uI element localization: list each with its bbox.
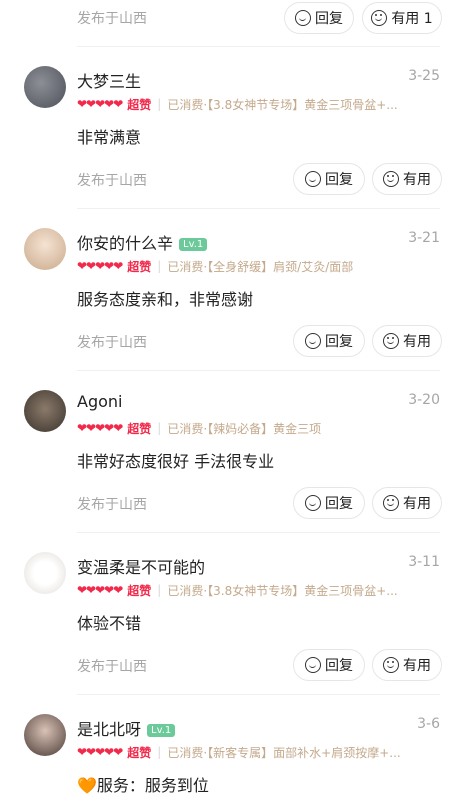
reply-button[interactable]: 回复 bbox=[284, 2, 354, 34]
location-text: 发布于山西 bbox=[77, 11, 147, 27]
consume-info[interactable]: 已消费·【辣妈必备】黄金三项 bbox=[167, 420, 407, 437]
rating-row: ❤❤❤❤❤ 超赞 | 已消费·【新客专属】面部补水+肩颈按摩+... bbox=[77, 744, 407, 760]
heart-rating-icon: ❤❤❤❤❤ bbox=[77, 745, 123, 759]
reviewer-name[interactable]: Agoni bbox=[77, 392, 122, 411]
rating-label: 超赞 bbox=[127, 745, 152, 760]
review-content: 非常好态度很好 手法很专业 bbox=[77, 452, 275, 471]
smile-icon bbox=[383, 171, 399, 187]
helpful-button[interactable]: 有用 bbox=[372, 487, 442, 519]
review-item: 你安的什么辛 Lv.1 3-21 ❤❤❤❤❤ 超赞 | 已消费·【全身舒缓】肩颈/… bbox=[0, 224, 459, 386]
helpful-button[interactable]: 有用 1 bbox=[362, 2, 442, 34]
reviewer-name-text: 大梦三生 bbox=[77, 72, 142, 91]
reply-label: 回复 bbox=[325, 334, 353, 350]
smile-icon bbox=[371, 10, 388, 26]
smile-icon bbox=[383, 657, 399, 673]
helpful-button[interactable]: 有用 bbox=[372, 325, 442, 357]
review-item: 是北北呀 Lv.1 3-6 ❤❤❤❤❤ 超赞 | 已消费·【新客专属】面部补水+肩… bbox=[0, 710, 459, 803]
avatar[interactable] bbox=[24, 714, 66, 756]
consume-info[interactable]: 已消费·【新客专属】面部补水+肩颈按摩+... bbox=[167, 744, 407, 761]
review-item: 大梦三生 3-25 ❤❤❤❤❤ 超赞 | 已消费·【3.8女神节专场】黄金三项骨… bbox=[0, 62, 459, 224]
review-content: 非常满意 bbox=[77, 128, 142, 147]
reviewer-name[interactable]: 你安的什么辛 Lv.1 bbox=[77, 230, 208, 254]
separator: | bbox=[157, 583, 162, 597]
location-text: 发布于山西 bbox=[77, 497, 147, 513]
reply-button[interactable]: 回复 bbox=[293, 649, 365, 681]
reply-button[interactable]: 回复 bbox=[293, 487, 365, 519]
reviewer-name-text: 变温柔是不可能的 bbox=[77, 558, 206, 577]
reviewer-name-text: 是北北呀 bbox=[77, 720, 142, 739]
reviewer-name[interactable]: 变温柔是不可能的 bbox=[77, 554, 205, 578]
divider bbox=[77, 370, 440, 371]
reply-button[interactable]: 回复 bbox=[293, 163, 365, 195]
smile-icon bbox=[383, 495, 399, 511]
level-badge: Lv.1 bbox=[147, 724, 176, 737]
reviewer-name[interactable]: 是北北呀 Lv.1 bbox=[77, 716, 176, 740]
review-date: 3-21 bbox=[408, 230, 440, 246]
review-date: 3-6 bbox=[417, 716, 440, 732]
review-content: 体验不错 bbox=[77, 614, 142, 633]
reviewer-name-text: Agoni bbox=[77, 392, 123, 411]
smile-icon bbox=[383, 333, 399, 349]
avatar[interactable] bbox=[24, 66, 66, 108]
consume-info[interactable]: 已消费·【全身舒缓】肩颈/艾灸/面部 bbox=[167, 258, 407, 275]
reply-icon bbox=[305, 171, 321, 187]
heart-rating-icon: ❤❤❤❤❤ bbox=[77, 97, 123, 111]
avatar[interactable] bbox=[24, 228, 66, 270]
divider bbox=[77, 208, 440, 209]
review-date: 3-25 bbox=[408, 68, 440, 84]
heart-rating-icon: ❤❤❤❤❤ bbox=[77, 259, 123, 273]
previous-review-footer: 发布于山西 回复 有用 1 bbox=[0, 0, 459, 36]
reply-label: 回复 bbox=[315, 11, 343, 27]
reply-icon bbox=[305, 495, 321, 511]
separator: | bbox=[157, 421, 162, 435]
review-item: Agoni 3-20 ❤❤❤❤❤ 超赞 | 已消费·【辣妈必备】黄金三项 非常好… bbox=[0, 386, 459, 548]
avatar[interactable] bbox=[24, 390, 66, 432]
location-text: 发布于山西 bbox=[77, 173, 147, 189]
helpful-label: 有用 bbox=[403, 334, 431, 350]
divider bbox=[77, 532, 440, 533]
reply-button[interactable]: 回复 bbox=[293, 325, 365, 357]
separator: | bbox=[157, 97, 162, 111]
reply-icon bbox=[295, 10, 311, 26]
heart-rating-icon: ❤❤❤❤❤ bbox=[77, 421, 123, 435]
level-badge: Lv.1 bbox=[179, 238, 208, 251]
rating-label: 超赞 bbox=[127, 583, 152, 598]
rating-row: ❤❤❤❤❤ 超赞 | 已消费·【3.8女神节专场】黄金三项骨盆+... bbox=[77, 582, 407, 598]
review-date: 3-20 bbox=[408, 392, 440, 408]
location-text: 发布于山西 bbox=[77, 335, 147, 351]
heart-rating-icon: ❤❤❤❤❤ bbox=[77, 583, 123, 597]
rating-label: 超赞 bbox=[127, 259, 152, 274]
reply-label: 回复 bbox=[325, 172, 353, 188]
rating-label: 超赞 bbox=[127, 97, 152, 112]
consume-info[interactable]: 已消费·【3.8女神节专场】黄金三项骨盆+... bbox=[167, 96, 407, 113]
reviewer-name[interactable]: 大梦三生 bbox=[77, 68, 141, 92]
reply-label: 回复 bbox=[325, 496, 353, 512]
rating-label: 超赞 bbox=[127, 421, 152, 436]
review-item: 变温柔是不可能的 3-11 ❤❤❤❤❤ 超赞 | 已消费·【3.8女神节专场】黄… bbox=[0, 548, 459, 710]
review-content: 服务态度亲和，非常感谢 bbox=[77, 290, 254, 309]
rating-row: ❤❤❤❤❤ 超赞 | 已消费·【全身舒缓】肩颈/艾灸/面部 bbox=[77, 258, 407, 274]
review-date: 3-11 bbox=[408, 554, 440, 570]
consume-info[interactable]: 已消费·【3.8女神节专场】黄金三项骨盆+... bbox=[167, 582, 407, 599]
divider bbox=[77, 694, 440, 695]
helpful-button[interactable]: 有用 bbox=[372, 649, 442, 681]
rating-row: ❤❤❤❤❤ 超赞 | 已消费·【3.8女神节专场】黄金三项骨盆+... bbox=[77, 96, 407, 112]
helpful-label: 有用 1 bbox=[391, 11, 433, 27]
rating-row: ❤❤❤❤❤ 超赞 | 已消费·【辣妈必备】黄金三项 bbox=[77, 420, 407, 436]
helpful-button[interactable]: 有用 bbox=[372, 163, 442, 195]
reply-icon bbox=[305, 657, 321, 673]
avatar[interactable] bbox=[24, 552, 66, 594]
separator: | bbox=[157, 745, 162, 759]
helpful-label: 有用 bbox=[403, 658, 431, 674]
helpful-label: 有用 bbox=[403, 496, 431, 512]
helpful-label: 有用 bbox=[403, 172, 431, 188]
separator: | bbox=[157, 259, 162, 273]
location-text: 发布于山西 bbox=[77, 659, 147, 675]
reviewer-name-text: 你安的什么辛 bbox=[77, 234, 174, 253]
divider bbox=[77, 46, 440, 47]
reply-icon bbox=[305, 333, 321, 349]
reply-label: 回复 bbox=[325, 658, 353, 674]
review-content: 🧡服务：服务到位 bbox=[77, 776, 209, 795]
